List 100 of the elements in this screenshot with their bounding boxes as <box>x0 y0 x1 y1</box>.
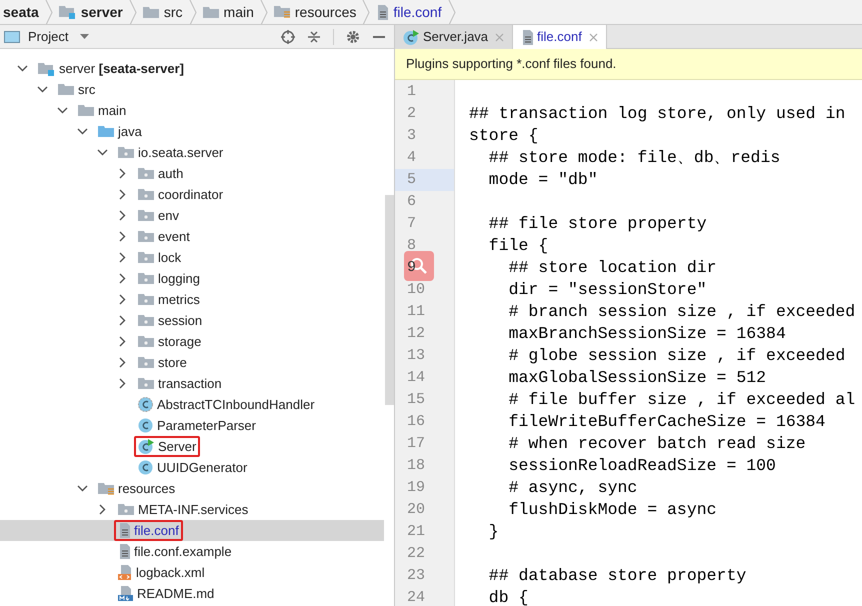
package-icon <box>138 251 154 264</box>
class-icon <box>138 418 153 433</box>
tree-row[interactable]: auth <box>0 163 384 184</box>
tree-item: src <box>54 79 100 100</box>
tree-item: session <box>134 310 206 331</box>
line-number: 8 <box>407 236 416 256</box>
line-number: 13 <box>407 346 426 366</box>
xml-file-icon <box>118 565 132 580</box>
package-icon <box>138 335 154 348</box>
tree-row[interactable]: file.conf.example <box>0 541 384 562</box>
locate-icon[interactable] <box>281 30 295 44</box>
line-number: 15 <box>407 390 426 410</box>
package-icon <box>138 377 154 390</box>
line-number: 2 <box>407 104 416 124</box>
tree-row[interactable]: session <box>0 310 384 331</box>
package-icon <box>138 293 154 306</box>
tree-item: java <box>94 121 146 142</box>
code-line: maxBranchSessionSize = 16384 <box>508 322 786 345</box>
tree-item: env <box>134 205 183 226</box>
tree-row[interactable]: logback.xml <box>0 562 384 583</box>
package-icon <box>118 146 134 159</box>
code-line: } <box>488 520 499 543</box>
line-number: 5 <box>407 170 416 190</box>
tree-row[interactable]: metrics <box>0 289 384 310</box>
code-line: # globe session size , if exceeded <box>508 344 846 367</box>
line-number: 19 <box>407 478 426 498</box>
collapse-icon[interactable] <box>307 30 321 44</box>
package-icon <box>138 209 154 222</box>
tree-row[interactable]: coordinator <box>0 184 384 205</box>
tree-row[interactable]: META-INF.services <box>0 499 384 520</box>
package-icon <box>138 272 154 285</box>
tree-row[interactable]: Server <box>0 436 384 457</box>
tree-row[interactable]: src <box>0 79 384 100</box>
search-icon[interactable] <box>404 251 434 281</box>
module-icon <box>58 5 76 19</box>
scrollbar[interactable] <box>385 195 394 405</box>
breadcrumb-item[interactable]: main <box>224 2 254 22</box>
line-number: 3 <box>407 126 416 146</box>
tree-item: file.conf.example <box>114 541 236 562</box>
breadcrumb-item[interactable]: resources <box>294 2 356 22</box>
markdown-file-icon <box>118 586 133 601</box>
tree-item: main <box>74 100 130 121</box>
package-icon <box>138 314 154 327</box>
line-number: 1 <box>407 82 416 102</box>
tree-row[interactable]: ParameterParser <box>0 415 384 436</box>
code-line: maxGlobalSessionSize = 512 <box>508 366 766 389</box>
settings-icon[interactable] <box>346 30 360 44</box>
tree-row[interactable]: main <box>0 100 384 121</box>
tree-row[interactable]: UUIDGenerator <box>0 457 384 478</box>
package-icon <box>118 503 134 516</box>
tree-row[interactable]: event <box>0 226 384 247</box>
tree-row[interactable]: resources <box>0 478 384 499</box>
breadcrumb-item[interactable]: server <box>80 2 123 22</box>
tree-item: META-INF.services <box>114 499 252 520</box>
tree-row[interactable]: env <box>0 205 384 226</box>
plugin-notice: Plugins supporting *.conf files found. <box>395 49 862 80</box>
line-number: 11 <box>407 302 426 322</box>
line-number: 23 <box>407 566 426 586</box>
tree-row[interactable]: store <box>0 352 384 373</box>
editor-tab[interactable]: file.conf <box>513 25 607 49</box>
abstract-class-icon <box>138 397 153 412</box>
tree-row[interactable]: AbstractTCInboundHandler <box>0 394 384 415</box>
tree-row[interactable]: storage <box>0 331 384 352</box>
tree-row[interactable]: transaction <box>0 373 384 394</box>
runnable-class-icon <box>403 30 419 44</box>
tree-item: README.md <box>114 583 218 604</box>
tree-item: ParameterParser <box>134 415 260 436</box>
package-icon <box>138 230 154 243</box>
editor-tab[interactable]: Server.java <box>395 25 514 49</box>
code-line: # when recover batch read size <box>508 432 806 455</box>
code-line: db { <box>488 586 528 606</box>
code-line: ## transaction log store, only used in <box>469 102 846 125</box>
breadcrumb-item[interactable]: file.conf <box>393 2 442 22</box>
tree-row[interactable]: server [seata-server] <box>0 58 384 79</box>
breadcrumb-item[interactable]: seata <box>3 2 39 22</box>
code-line: ## file store property <box>488 212 707 235</box>
code-line: # async, sync <box>508 476 638 499</box>
breadcrumb-item[interactable]: src <box>164 2 183 22</box>
tree-row[interactable]: logging <box>0 268 384 289</box>
tree-item: logging <box>134 268 204 289</box>
file-icon <box>118 523 130 538</box>
tree-row[interactable]: lock <box>0 247 384 268</box>
file-icon <box>118 544 130 559</box>
tree-row[interactable]: file.conf <box>0 520 384 541</box>
tree-item: metrics <box>134 289 204 310</box>
tree-row[interactable]: java <box>0 121 384 142</box>
line-number: 10 <box>407 280 426 300</box>
line-number: 20 <box>407 500 426 520</box>
line-number: 18 <box>407 456 426 476</box>
dropdown-icon[interactable] <box>80 34 90 40</box>
folder-icon <box>78 104 94 117</box>
package-icon <box>138 167 154 180</box>
panel-title[interactable]: Project <box>28 26 68 46</box>
code-line: # file buffer size , if exceeded al <box>508 388 856 411</box>
tree-item: io.seata.server <box>114 142 228 163</box>
line-number: 14 <box>407 368 426 388</box>
package-icon <box>138 356 154 369</box>
tree-row[interactable]: README.md <box>0 583 384 604</box>
code-line: dir = "sessionStore" <box>508 278 707 301</box>
tree-row[interactable]: io.seata.server <box>0 142 384 163</box>
